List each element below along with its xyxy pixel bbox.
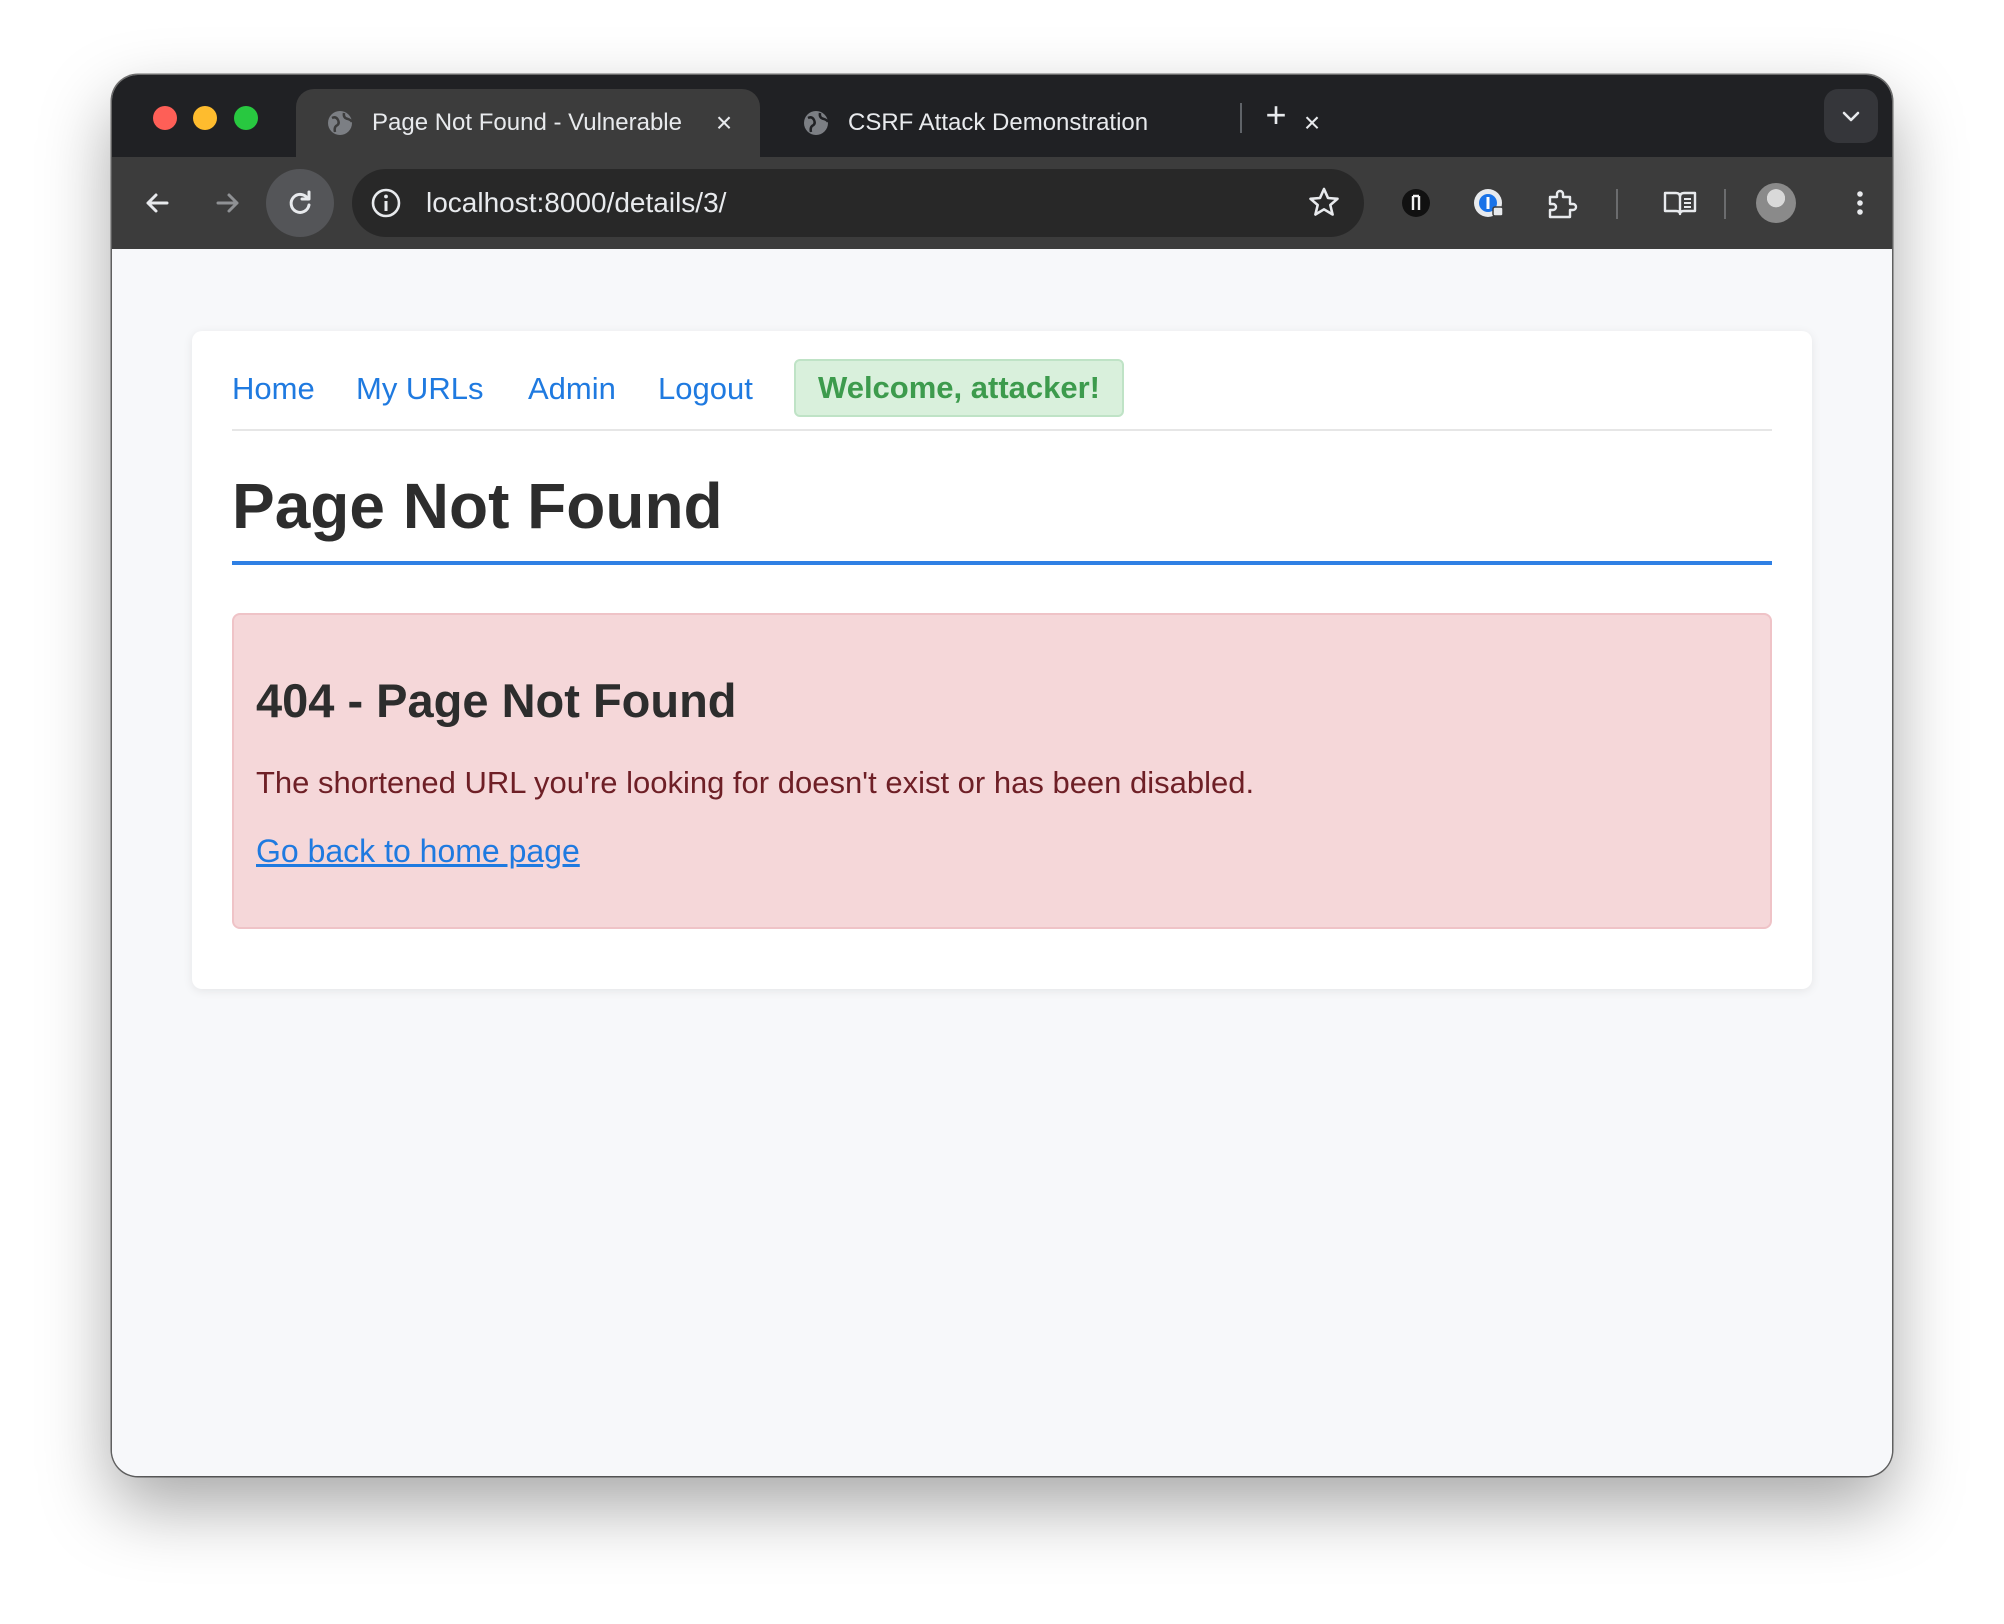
globe-icon [326,109,354,137]
forward-arrow-icon [216,193,239,213]
browser-window: Page Not Found - Vulnerable × CSRF Attac… [112,75,1892,1476]
nav-link-admin[interactable]: Admin [528,371,616,407]
error-message: The shortened URL you're looking for doe… [256,765,1255,800]
address-url[interactable]: localhost:8000/details/3/ [426,187,726,219]
forward-button[interactable] [200,175,256,231]
page-viewport: Home My URLs Admin Logout Welcome, attac… [112,249,1892,1476]
puzzle-piece-icon [1548,189,1578,219]
site-info-icon[interactable] [368,185,404,221]
back-arrow-icon [146,193,169,213]
extension-logo-icon [1402,189,1430,217]
toolbar-divider [1724,189,1726,219]
extensions-button[interactable] [1532,175,1588,231]
reload-icon [289,190,311,214]
chevron-down-icon [1842,111,1860,122]
tab-strip: Page Not Found - Vulnerable × CSRF Attac… [112,75,1892,157]
password-manager-icon [1474,189,1504,217]
nav-link-logout[interactable]: Logout [658,371,753,407]
password-manager-button[interactable] [1460,175,1516,231]
extension-button-1[interactable] [1388,175,1444,231]
home-page-link[interactable]: Go back to home page [256,833,580,870]
tab-search-button[interactable] [1824,89,1878,143]
tab-title: Page Not Found - Vulnerable [372,109,682,136]
more-vert-icon [1857,191,1863,215]
welcome-badge: Welcome, attacker! [794,359,1124,417]
toolbar-divider [1616,189,1618,219]
nav-link-home[interactable]: Home [232,371,315,407]
error-title: 404 - Page Not Found [256,674,737,727]
back-button[interactable] [129,175,185,231]
tab-csrf-attack[interactable]: CSRF Attack Demonstration × [772,89,1332,157]
profile-avatar[interactable] [1756,183,1796,223]
nav-link-my-urls[interactable]: My URLs [356,371,483,407]
browser-toolbar: localhost:8000/details/3/ [112,157,1892,249]
page-title: Page Not Found [232,471,1772,565]
close-window-button[interactable] [153,106,177,130]
bookmark-star-icon[interactable] [1304,183,1344,223]
close-tab-icon[interactable]: × [711,109,737,137]
minimize-window-button[interactable] [193,106,217,130]
error-alert: 404 - Page Not Found The shortened URL y… [232,613,1772,929]
maximize-window-button[interactable] [234,106,258,130]
open-book-icon [1663,191,1697,216]
tab-page-not-found[interactable]: Page Not Found - Vulnerable × [296,89,760,157]
site-nav: Home My URLs Admin Logout Welcome, attac… [232,359,1772,431]
reload-button[interactable] [266,169,334,237]
content-card: Home My URLs Admin Logout Welcome, attac… [192,331,1812,989]
address-bar[interactable]: localhost:8000/details/3/ [352,169,1364,237]
close-tab-icon[interactable]: × [1299,109,1325,137]
tab-title: CSRF Attack Demonstration [848,109,1149,136]
tab-divider [1240,103,1242,133]
globe-icon [802,109,830,137]
browser-menu-button[interactable] [1832,175,1888,231]
new-tab-button[interactable]: + [1258,97,1294,133]
reading-mode-button[interactable] [1650,175,1706,231]
